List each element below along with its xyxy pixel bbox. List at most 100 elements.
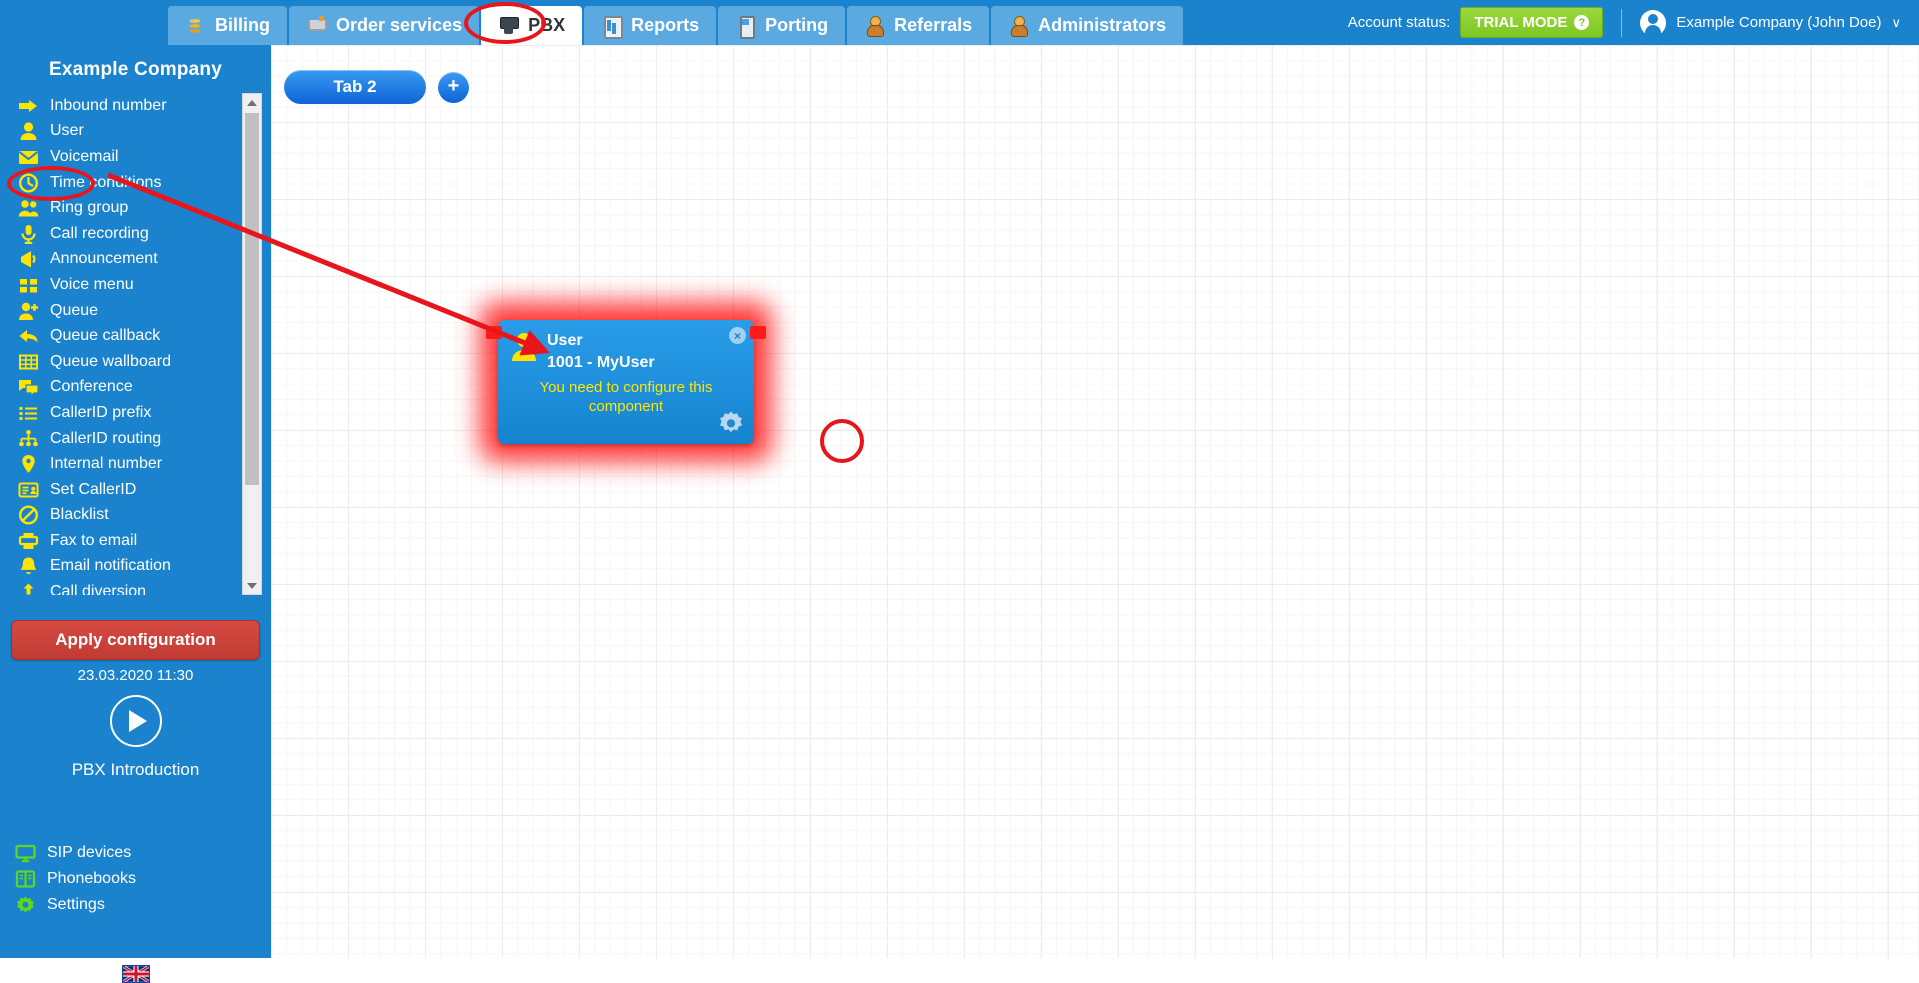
- sidebar-item-label: Call recording: [50, 224, 149, 242]
- pbx-introduction-video[interactable]: PBX Introduction: [0, 695, 271, 780]
- trial-mode-label: TRIAL MODE: [1474, 14, 1568, 31]
- sidebar-menu-scroll-area: Inbound number User Voicemail Time condi…: [9, 93, 262, 595]
- nav-tab-billing[interactable]: Billing: [168, 6, 287, 45]
- sidebar-item-label: Blacklist: [50, 506, 109, 524]
- list-icon: [18, 403, 39, 423]
- sidebar-item-blacklist[interactable]: Blacklist: [9, 503, 262, 529]
- nav-tab-label: Billing: [215, 15, 270, 35]
- chevron-down-icon: ∨: [1891, 14, 1901, 30]
- sidebar-item-sip-devices[interactable]: SIP devices: [11, 840, 261, 866]
- sidebar-item-label: Queue callback: [50, 327, 161, 345]
- sidebar-item-queue[interactable]: Queue: [9, 298, 262, 324]
- node-close-button[interactable]: ×: [729, 327, 746, 344]
- nav-tab-label: Reports: [631, 15, 700, 35]
- scroll-up-button[interactable]: [243, 94, 261, 111]
- sidebar-item-call-recording[interactable]: Call recording: [9, 221, 262, 247]
- table-grid-icon: [18, 352, 39, 372]
- sidebar-item-fax-to-email[interactable]: Fax to email: [9, 528, 262, 554]
- plus-icon: +: [447, 75, 460, 97]
- user-icon: [512, 333, 536, 361]
- sitemap-icon: [18, 429, 39, 449]
- monitor-icon: [15, 843, 36, 863]
- bell-icon: [18, 556, 39, 576]
- sidebar-item-label: Time conditions: [50, 173, 162, 191]
- sidebar-item-label: Email notification: [50, 557, 171, 575]
- uk-flag-icon: [121, 965, 150, 983]
- sidebar-item-label: CallerID prefix: [50, 403, 152, 421]
- account-user-menu[interactable]: Example Company (John Doe) ∨: [1640, 9, 1901, 36]
- nav-tab-porting[interactable]: Porting: [718, 6, 846, 45]
- nav-tab-administrators[interactable]: Administrators: [991, 6, 1184, 45]
- sidebar-item-label: Queue wallboard: [50, 352, 171, 370]
- sidebar-item-call-diversion[interactable]: Call diversion: [9, 579, 262, 595]
- sidebar-item-settings[interactable]: Settings: [11, 892, 261, 918]
- sidebar-item-conference[interactable]: Conference: [9, 375, 262, 401]
- node-configure-button[interactable]: [716, 409, 746, 439]
- sidebar-item-time-conditions[interactable]: Time conditions: [9, 170, 262, 196]
- sidebar-menu-list: Inbound number User Voicemail Time condi…: [9, 93, 262, 595]
- nav-tab-reports[interactable]: Reports: [584, 6, 717, 45]
- sidebar-item-set-callerid[interactable]: Set CallerID: [9, 477, 262, 503]
- nav-tab-order-services[interactable]: Order services: [289, 6, 480, 45]
- add-tab-button[interactable]: +: [438, 71, 469, 103]
- id-card-icon: [18, 480, 39, 500]
- divider: [1621, 8, 1623, 37]
- sidebar-item-callerid-routing[interactable]: CallerID routing: [9, 426, 262, 452]
- sidebar-item-voicemail[interactable]: Voicemail: [9, 144, 262, 170]
- sidebar-item-callerid-prefix[interactable]: CallerID prefix: [9, 400, 262, 426]
- sidebar-item-label: Announcement: [50, 250, 158, 268]
- sidebar-item-user[interactable]: User: [9, 119, 262, 145]
- call-diversion-icon: [18, 582, 39, 595]
- scroll-down-button[interactable]: [243, 577, 261, 594]
- top-navigation-bar: Billing Order services PBX Reports Porti…: [0, 0, 1919, 45]
- microphone-icon: [18, 224, 39, 244]
- envelope-icon: [18, 147, 39, 167]
- sidebar-item-internal-number[interactable]: Internal number: [9, 451, 262, 477]
- main-nav-tabs: Billing Order services PBX Reports Porti…: [168, 0, 1185, 45]
- help-icon[interactable]: ?: [1574, 15, 1590, 30]
- node-body[interactable]: × User 1001 - MyUser You need to configu…: [486, 320, 766, 444]
- sidebar-bottom-links: SIP devices Phonebooks Settings: [11, 840, 261, 918]
- node-input-connector[interactable]: [486, 326, 502, 339]
- sidebar-item-queue-callback[interactable]: Queue callback: [9, 323, 262, 349]
- pbx-flow-canvas[interactable]: Tab 2 + × User 1001 - MyUser You need to…: [271, 45, 1919, 958]
- map-pin-icon: [18, 454, 39, 474]
- sidebar-scrollbar[interactable]: [242, 93, 262, 595]
- sidebar-item-email-notification[interactable]: Email notification: [9, 554, 262, 580]
- nav-tab-pbx[interactable]: PBX: [481, 6, 583, 45]
- chat-bubbles-icon: [18, 377, 39, 398]
- sidebar-item-label: Queue: [50, 301, 99, 319]
- language-selector[interactable]: [0, 965, 271, 983]
- sidebar-item-queue-wallboard[interactable]: Queue wallboard: [9, 349, 262, 375]
- nav-tab-referrals[interactable]: Referrals: [847, 6, 990, 45]
- no-entry-icon: [18, 505, 39, 525]
- play-icon[interactable]: [109, 695, 162, 747]
- sidebar-item-phonebooks[interactable]: Phonebooks: [11, 866, 261, 892]
- nav-tab-label: Administrators: [1038, 15, 1167, 35]
- user-icon: [18, 121, 39, 141]
- sidebar-item-label: Conference: [50, 378, 133, 396]
- trial-mode-badge[interactable]: TRIAL MODE ?: [1460, 7, 1604, 38]
- scrollbar-thumb[interactable]: [245, 113, 259, 485]
- sidebar-item-voice-menu[interactable]: Voice menu: [9, 272, 262, 298]
- sidebar-item-inbound-number[interactable]: Inbound number: [9, 93, 262, 119]
- account-status-label: Account status:: [1347, 14, 1451, 31]
- mobile-phone-icon: [735, 15, 756, 39]
- sidebar: Example Company Inbound number User Voic…: [0, 45, 271, 983]
- sidebar-item-label: Fax to email: [50, 531, 138, 549]
- pbx-icon: [498, 15, 520, 36]
- node-subtitle: 1001 - MyUser: [547, 353, 655, 371]
- node-output-connector[interactable]: [750, 326, 766, 339]
- grid-squares-icon: [18, 275, 39, 295]
- sidebar-item-label: Call diversion: [50, 583, 147, 595]
- sidebar-item-label: Ring group: [50, 199, 129, 217]
- sidebar-item-label: CallerID routing: [50, 429, 162, 447]
- apply-configuration-button[interactable]: Apply configuration: [11, 620, 260, 660]
- sidebar-item-announcement[interactable]: Announcement: [9, 247, 262, 273]
- flow-node-user[interactable]: × User 1001 - MyUser You need to configu…: [480, 302, 772, 462]
- sidebar-item-ring-group[interactable]: Ring group: [9, 195, 262, 221]
- canvas-tab-2[interactable]: Tab 2: [284, 70, 426, 104]
- users-group-icon: [18, 198, 39, 218]
- person-badge-icon: [864, 15, 885, 37]
- account-area: Account status: TRIAL MODE ? Example Com…: [1348, 0, 1919, 45]
